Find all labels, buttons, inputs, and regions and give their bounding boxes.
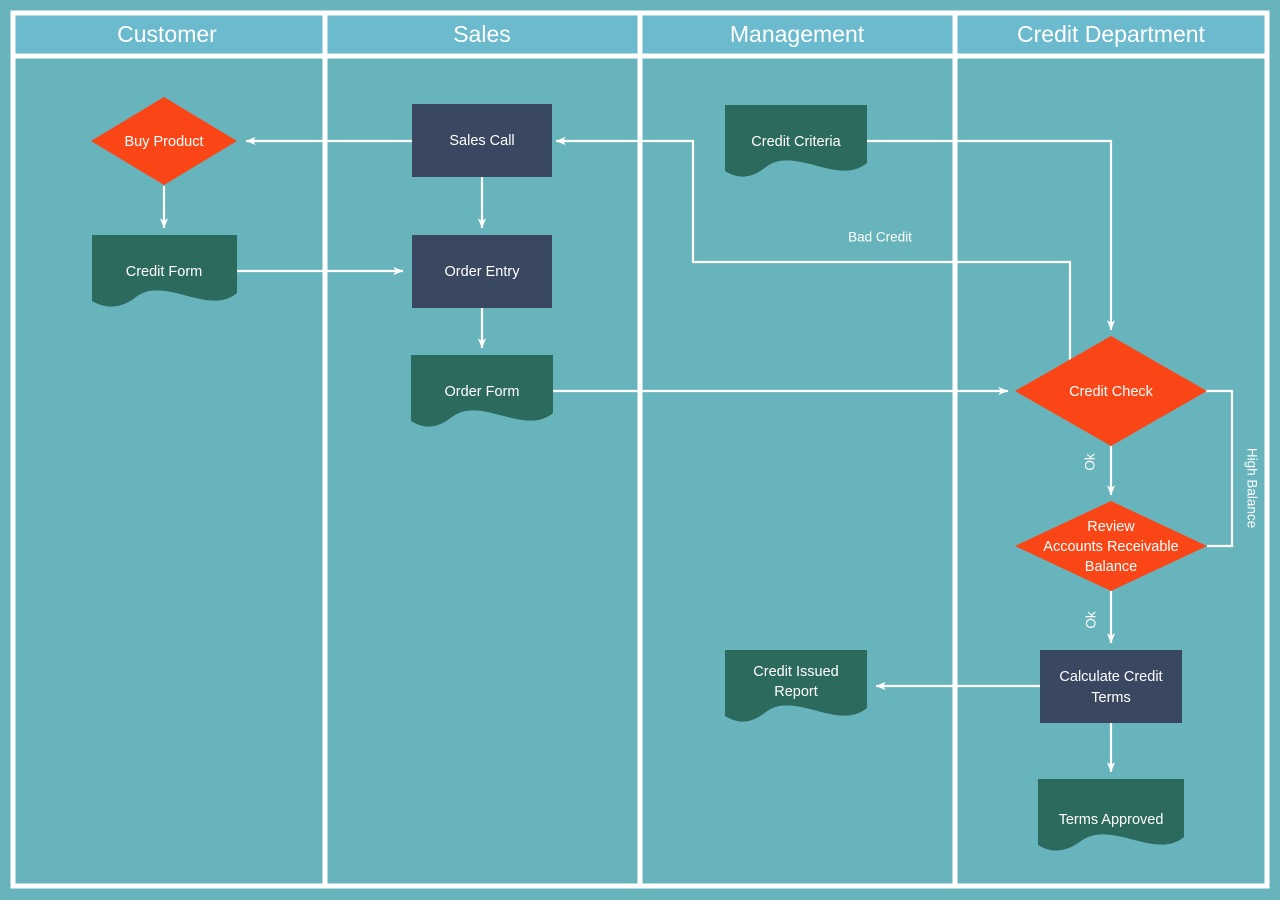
lane-header-sales: Sales (453, 21, 511, 47)
flowchart-canvas: Customer Sales Management Credit Departm… (0, 0, 1280, 900)
credit-criteria-label: Credit Criteria (751, 134, 841, 150)
credit-form-label: Credit Form (126, 264, 203, 280)
node-order-entry[interactable]: Order Entry (412, 235, 552, 308)
edge-label-high-balance: High Balance (1244, 448, 1259, 528)
node-calculate-credit-terms[interactable]: Calculate Credit Terms (1040, 650, 1182, 723)
sales-call-label: Sales Call (449, 133, 514, 149)
edge-label-bad-credit: Bad Credit (848, 230, 912, 245)
order-form-label: Order Form (445, 384, 520, 400)
buy-product-label: Buy Product (125, 134, 204, 150)
review-ar-balance-label-line3: Balance (1085, 559, 1137, 575)
calculate-credit-terms-label-line2: Terms (1091, 690, 1130, 706)
lane-header-management: Management (730, 21, 865, 47)
lane-header-customer: Customer (117, 21, 217, 47)
calculate-credit-terms-box[interactable] (1040, 650, 1182, 723)
calculate-credit-terms-label-line1: Calculate Credit (1059, 669, 1162, 685)
review-ar-balance-label-line1: Review (1087, 519, 1135, 535)
credit-issued-report-label-line1: Credit Issued (753, 664, 838, 680)
edge-label-ok-credit-check: Ok (1083, 453, 1098, 471)
credit-issued-report-label-line2: Report (774, 684, 818, 700)
swimlane-diagram: Customer Sales Management Credit Departm… (0, 0, 1280, 900)
lane-header-credit-department: Credit Department (1017, 21, 1206, 47)
credit-check-label: Credit Check (1069, 384, 1154, 400)
review-ar-balance-label-line2: Accounts Receivable (1043, 539, 1178, 555)
node-sales-call[interactable]: Sales Call (412, 104, 552, 177)
edge-label-ok-review: Ok (1084, 611, 1099, 629)
order-entry-label: Order Entry (445, 264, 521, 280)
terms-approved-label: Terms Approved (1059, 812, 1164, 828)
